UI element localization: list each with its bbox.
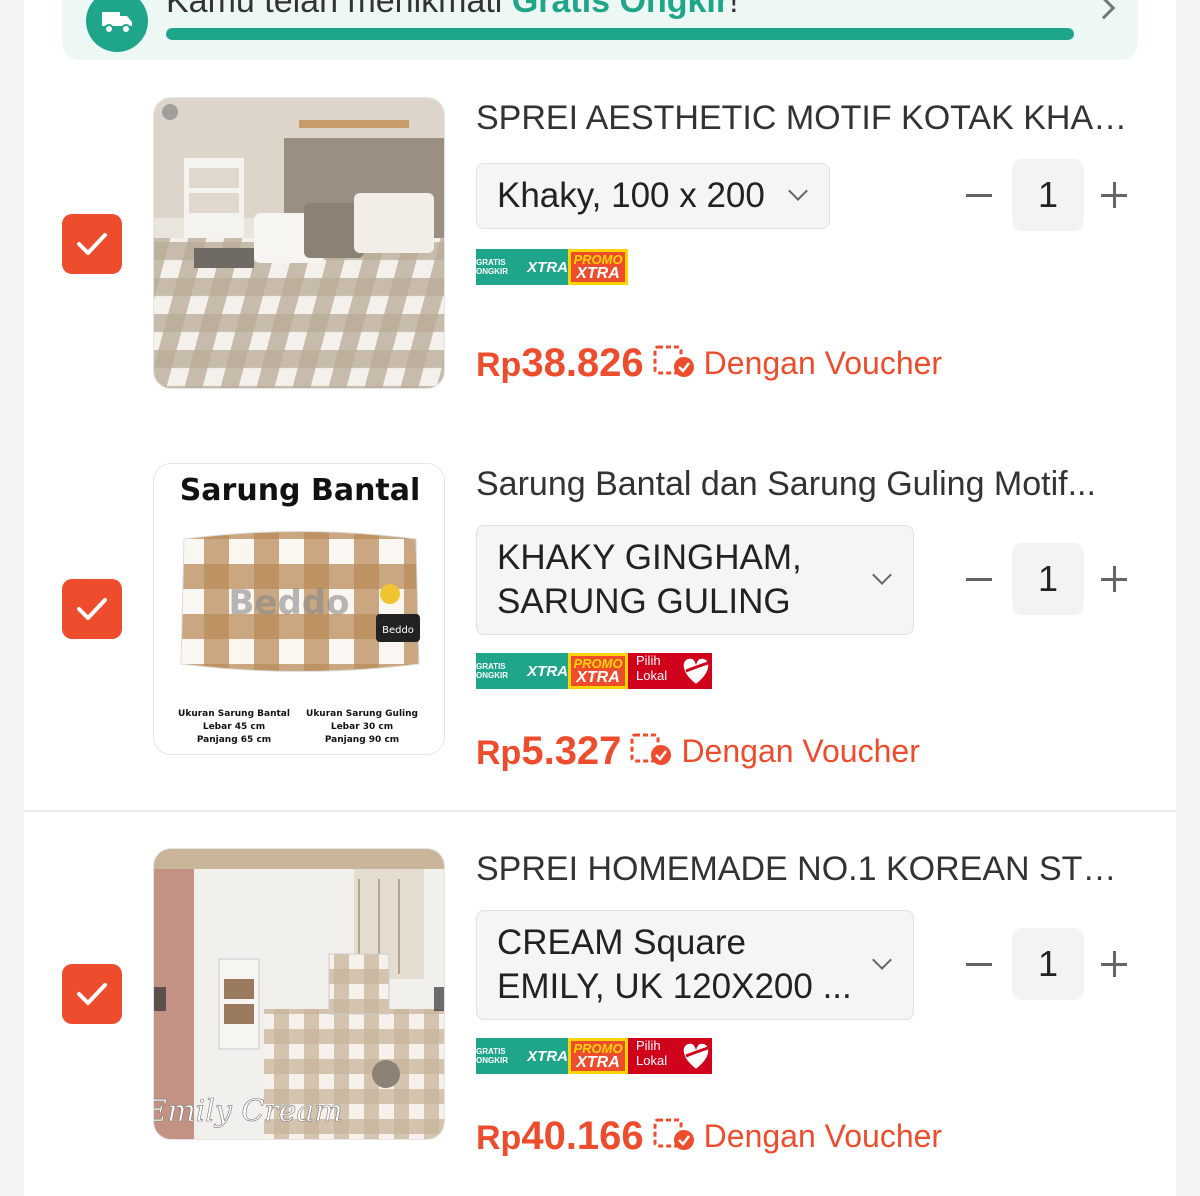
shipping-progress-bar xyxy=(166,28,1074,40)
promo-badges: GRATIS ONGKIR XTRA PROMO XTRA Pilih Lokal xyxy=(476,1038,712,1074)
voucher-check-icon xyxy=(652,343,696,384)
plus-icon[interactable] xyxy=(1101,182,1127,208)
currency: Rp xyxy=(476,734,522,772)
quantity-stepper: 1 xyxy=(962,928,1142,1000)
minus-icon[interactable] xyxy=(966,963,992,966)
product-title[interactable]: SPREI AESTHETIC MOTIF KOTAK KHAKY... xyxy=(476,99,1136,138)
badge-lokal-bottom: Lokal xyxy=(636,1053,668,1068)
plus-icon[interactable] xyxy=(1101,951,1127,977)
promo-badges: GRATIS ONGKIR XTRA PROMO XTRA xyxy=(476,249,628,285)
gratis-ongkir-xtra-badge: GRATIS ONGKIR XTRA xyxy=(476,1038,568,1074)
voucher-label[interactable]: Dengan Voucher xyxy=(681,733,919,770)
quantity-input[interactable]: 1 xyxy=(1012,159,1084,231)
currency: Rp xyxy=(476,346,522,384)
badge-gratis-small: GRATIS ONGKIR xyxy=(476,662,508,680)
thumb-caption: Panjang 90 cm xyxy=(325,735,399,745)
item-checkbox[interactable] xyxy=(62,214,122,274)
thumb-watermark: Emily Cream xyxy=(154,1094,343,1129)
price: Rp5.327 xyxy=(476,729,621,774)
cart-item: SPREI AESTHETIC MOTIF KOTAK KHAKY... Kha… xyxy=(24,97,1176,417)
badge-lokal-top: Pilih xyxy=(636,653,661,668)
banner-message: Kamu telah menikmati Gratis Ongkir! xyxy=(166,0,739,21)
thumb-caption: Lebar 30 cm xyxy=(331,722,393,732)
minus-icon[interactable] xyxy=(966,578,992,581)
promo-badges: GRATIS ONGKIR XTRA PROMO XTRA Pilih Lokal xyxy=(476,653,712,689)
item-checkbox[interactable] xyxy=(62,964,122,1024)
variant-text: KHAKY GINGHAM, xyxy=(497,538,802,577)
product-image[interactable]: Emily Cream xyxy=(153,848,445,1140)
banner-text-highlight: Gratis Ongkir xyxy=(511,0,730,20)
gratis-ongkir-xtra-badge: GRATIS ONGKIR XTRA xyxy=(476,249,568,285)
thumb-caption: Panjang 65 cm xyxy=(197,735,271,745)
pilih-lokal-badge: Pilih Lokal xyxy=(628,653,712,689)
thumb-watermark: Beddo xyxy=(228,583,349,623)
banner-text-prefix: Kamu telah menikmati xyxy=(166,0,512,20)
banner-text-suffix: ! xyxy=(729,0,739,20)
price-value: 38.826 xyxy=(521,341,644,385)
badge-gratis-big: XTRA xyxy=(527,1047,568,1065)
quantity-input[interactable]: 1 xyxy=(1012,928,1084,1000)
price: Rp40.166 xyxy=(476,1114,644,1159)
voucher-label[interactable]: Dengan Voucher xyxy=(704,1118,942,1155)
price-row: Rp5.327 Dengan Voucher xyxy=(476,729,920,774)
chevron-right-icon[interactable] xyxy=(1092,0,1116,20)
variant-selector[interactable]: KHAKY GINGHAM, SARUNG GULING xyxy=(476,525,914,635)
currency: Rp xyxy=(476,1119,522,1157)
price-row: Rp38.826 Dengan Voucher xyxy=(476,341,942,386)
variant-selector[interactable]: CREAM Square EMILY, UK 120X200 ... xyxy=(476,910,914,1020)
shipping-progress-fill xyxy=(166,28,1074,40)
badge-gratis-small: GRATIS ONGKIR xyxy=(476,258,508,276)
quantity-input[interactable]: 1 xyxy=(1012,543,1084,615)
gratis-ongkir-xtra-badge: GRATIS ONGKIR XTRA xyxy=(476,653,568,689)
item-checkbox[interactable] xyxy=(62,579,122,639)
promo-xtra-badge: PROMO XTRA xyxy=(568,1038,628,1074)
right-edge-strip xyxy=(1176,0,1200,1196)
truck-icon xyxy=(86,0,148,52)
product-title[interactable]: Sarung Bantal dan Sarung Guling Motif... xyxy=(476,465,1136,504)
cart-item: Sarung Bantal Beddo Beddo Ukuran Sarung … xyxy=(24,463,1176,783)
voucher-check-icon xyxy=(629,731,673,772)
thumb-heading: Sarung Bantal xyxy=(180,473,421,508)
variant-text: CREAM Square xyxy=(497,923,746,962)
cart-item: Emily Cream SPREI HOMEMADE NO.1 KOREAN S… xyxy=(24,848,1176,1168)
badge-lokal-top: Pilih xyxy=(636,1038,661,1053)
product-image[interactable] xyxy=(153,97,445,389)
thumb-caption: Ukuran Sarung Bantal xyxy=(178,709,290,719)
pilih-lokal-badge: Pilih Lokal xyxy=(628,1038,712,1074)
variant-text: SARUNG GULING xyxy=(497,582,791,621)
heart-icon xyxy=(681,656,711,687)
quantity-stepper: 1 xyxy=(962,159,1142,231)
thumb-logo-text: Beddo xyxy=(382,625,414,636)
product-image[interactable]: Sarung Bantal Beddo Beddo Ukuran Sarung … xyxy=(153,463,445,755)
left-edge-strip xyxy=(0,0,24,1196)
badge-lokal-bottom: Lokal xyxy=(636,668,668,683)
voucher-check-icon xyxy=(652,1116,696,1157)
badge-promo-bottom: XTRA xyxy=(576,669,620,686)
heart-icon xyxy=(681,1041,711,1072)
promo-xtra-badge: PROMO XTRA xyxy=(568,249,628,285)
badge-gratis-big: XTRA xyxy=(527,258,568,276)
price-row: Rp40.166 Dengan Voucher xyxy=(476,1114,942,1159)
minus-icon[interactable] xyxy=(966,194,992,197)
price-value: 5.327 xyxy=(521,729,622,773)
badge-promo-bottom: XTRA xyxy=(576,1054,620,1071)
variant-text: EMILY, UK 120X200 ... xyxy=(497,967,852,1006)
plus-icon[interactable] xyxy=(1101,566,1127,592)
voucher-label[interactable]: Dengan Voucher xyxy=(704,345,942,382)
free-shipping-banner[interactable]: Kamu telah menikmati Gratis Ongkir! xyxy=(62,0,1138,60)
price: Rp38.826 xyxy=(476,341,644,386)
promo-xtra-badge: PROMO XTRA xyxy=(568,653,628,689)
variant-selector[interactable]: Khaky, 100 x 200 xyxy=(476,163,830,229)
badge-gratis-big: XTRA xyxy=(527,662,568,680)
variant-text: Khaky, 100 x 200 xyxy=(497,176,765,215)
price-value: 40.166 xyxy=(521,1114,644,1158)
product-title[interactable]: SPREI HOMEMADE NO.1 KOREAN STYLE... xyxy=(476,850,1136,889)
thumb-caption: Ukuran Sarung Guling xyxy=(306,709,418,719)
section-divider xyxy=(24,810,1176,812)
thumb-caption: Lebar 45 cm xyxy=(203,722,265,732)
badge-promo-bottom: XTRA xyxy=(576,265,620,282)
quantity-stepper: 1 xyxy=(962,543,1142,615)
badge-gratis-small: GRATIS ONGKIR xyxy=(476,1047,508,1065)
